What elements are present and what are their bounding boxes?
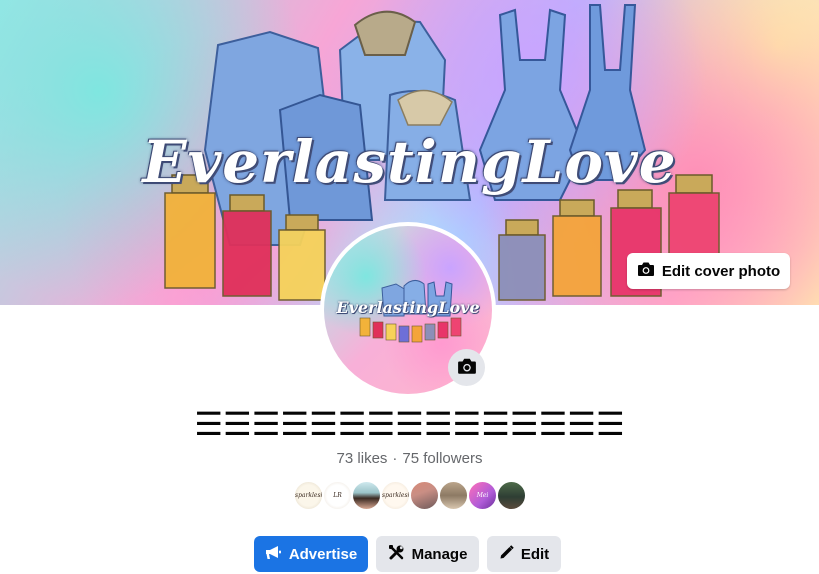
edit-cover-photo-label: Edit cover photo — [661, 262, 781, 280]
camera-icon — [457, 357, 477, 378]
update-profile-picture-button[interactable] — [448, 349, 485, 386]
tools-icon — [388, 544, 405, 565]
manage-label: Manage — [411, 545, 468, 563]
avatar-label: LR — [333, 492, 342, 499]
avatar-label: sparkleshade — [382, 492, 411, 499]
friend-avatar[interactable]: sparkleshade — [293, 480, 324, 511]
avatar-label: Mei — [476, 492, 489, 499]
camera-icon — [637, 261, 655, 281]
profile-title-art: EverlastingLove — [336, 298, 480, 317]
pencil-icon — [499, 544, 514, 564]
stats-separator: · — [392, 450, 398, 467]
page-actions: Advertise Manage Edit — [254, 536, 561, 572]
followers-count[interactable]: 75 followers — [402, 450, 482, 467]
advertise-button[interactable]: Advertise — [254, 536, 368, 572]
edit-label: Edit — [520, 545, 550, 563]
advertise-label: Advertise — [288, 545, 358, 563]
friend-avatar[interactable] — [351, 480, 382, 511]
edit-cover-photo-button[interactable]: Edit cover photo — [627, 253, 790, 289]
avatar-label: sparkleshade — [295, 492, 324, 499]
friend-avatar[interactable] — [496, 480, 527, 511]
manage-button[interactable]: Manage — [376, 536, 479, 572]
friend-avatar[interactable]: LR — [322, 480, 353, 511]
friend-avatar[interactable] — [409, 480, 440, 511]
likes-count[interactable]: 73 likes — [337, 450, 388, 467]
edit-button[interactable]: Edit — [487, 536, 561, 572]
friend-avatar[interactable]: Mei — [467, 480, 498, 511]
friend-avatar[interactable] — [438, 480, 469, 511]
cover-title-art: EverlastingLove — [142, 128, 677, 196]
page-stats: 73 likes · 75 followers — [0, 450, 819, 467]
friend-avatar[interactable]: sparkleshade — [380, 480, 411, 511]
liked-by-avatars: sparkleshade LR sparkleshade Mei — [293, 480, 527, 512]
megaphone-icon — [265, 545, 282, 564]
page-title: ☰☰☰☰☰☰☰☰☰☰☰☰☰☰☰ — [194, 405, 625, 443]
